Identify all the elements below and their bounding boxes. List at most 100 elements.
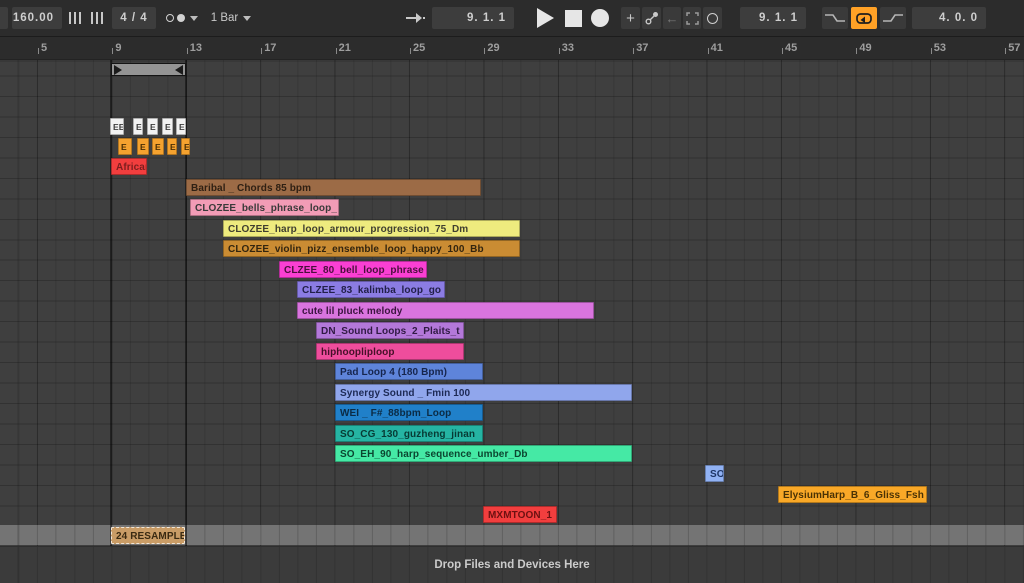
tap-tempo-button[interactable]: o [0, 7, 8, 29]
clip-label: DN_Sound Loops_2_Plaits_t [321, 326, 460, 337]
clip[interactable]: CLOZEE_harp_loop_armour_progression_75_D… [223, 220, 520, 237]
beat-time-ruler[interactable]: 5 9 13 17 21 25 29 33 37 41 45 49 53 57 [0, 37, 1024, 60]
ruler-tick [559, 48, 560, 54]
clip[interactable]: cute lil pluck melody [297, 302, 594, 319]
clip[interactable]: E [137, 138, 149, 155]
ruler-tick [856, 48, 857, 54]
corner-brackets-icon [686, 12, 699, 25]
clip-label: African [116, 162, 147, 173]
bar-number-label[interactable]: 25 [410, 42, 425, 54]
bar-number-label[interactable]: 33 [559, 42, 574, 54]
clip[interactable]: Synergy Sound _ Fmin 100 [335, 384, 632, 401]
add-locator-button[interactable]: + [621, 7, 640, 29]
automation-arm-button[interactable] [642, 7, 661, 29]
clip[interactable]: SO_CG_130_guzheng_jinan [335, 425, 483, 442]
play-button[interactable] [534, 7, 556, 29]
loop-brace[interactable] [111, 63, 185, 76]
quantize-menu[interactable]: 1 Bar [206, 7, 256, 29]
clip-label: E [184, 142, 190, 152]
ruler-tick [708, 48, 709, 54]
loop-length-field[interactable]: 4. 0. 0 [912, 7, 986, 29]
drop-hint-text: Drop Files and Devices Here [434, 559, 589, 571]
clip[interactable]: E [176, 118, 186, 135]
clip-label: SO_EH_90_harp_sequence_umber_Db [340, 449, 528, 460]
clip-label: E [150, 122, 156, 132]
clip[interactable]: CLOZEE_violin_pizz_ensemble_loop_happy_1… [223, 240, 520, 257]
bar-number-label[interactable]: 21 [336, 42, 351, 54]
bar-number-label[interactable]: 45 [782, 42, 797, 54]
clip-label: E [136, 122, 142, 132]
bar-number-label[interactable]: 41 [708, 42, 723, 54]
loop-start-handle-icon[interactable] [114, 65, 122, 75]
clip[interactable]: SO_EH_90_harp_sequence_umber_Db [335, 445, 632, 462]
clip[interactable]: E [167, 138, 177, 155]
clip[interactable]: MXMTOON_1 [483, 506, 557, 523]
clip[interactable]: E [162, 118, 173, 135]
bar-number-label[interactable]: 17 [261, 42, 276, 54]
clip[interactable]: CLZEE_80_bell_loop_phrase [279, 261, 427, 278]
arrangement-lanes[interactable]: EEEEEEEEEEEAfricanBaribal _ Chords 85 bp… [0, 60, 1024, 546]
time-signature-field[interactable]: 4 / 4 [112, 7, 156, 29]
chevron-down-icon[interactable] [190, 16, 198, 21]
clip[interactable]: E [181, 138, 190, 155]
bar-number-label[interactable]: 5 [38, 42, 47, 54]
ruler-tick [410, 48, 411, 54]
time-signature-value: 4 / 4 [120, 12, 147, 24]
clip[interactable]: hiphoopliploop [316, 343, 464, 360]
metronome-button[interactable] [160, 7, 204, 29]
clip[interactable]: African [111, 158, 147, 175]
punch-out-icon [882, 12, 904, 24]
circle-icon [707, 13, 718, 24]
clip[interactable]: ElysiumHarp_B_6_Gliss_Fsh [778, 486, 927, 503]
follow-button[interactable] [404, 7, 428, 29]
clip[interactable]: 24 RESAMPLE [111, 527, 185, 544]
clip[interactable]: Baribal _ Chords 85 bpm [186, 179, 481, 196]
bar-number-label[interactable]: 13 [187, 42, 202, 54]
clip-label: Baribal _ Chords 85 bpm [191, 183, 311, 194]
clip-label: CLOZEE_bells_phrase_loop_ [195, 203, 337, 214]
bar-number-label[interactable]: 9 [112, 42, 121, 54]
quantize-value: 1 Bar [211, 12, 239, 24]
clip-label: E [155, 142, 161, 152]
chevron-down-icon[interactable] [243, 16, 251, 21]
stop-button[interactable] [562, 7, 584, 29]
record-button[interactable] [589, 7, 611, 29]
loop-end-handle-icon[interactable] [175, 65, 183, 75]
nudge-down-icon [69, 12, 84, 24]
draw-mode-button[interactable] [683, 7, 701, 29]
session-record-button[interactable] [703, 7, 722, 29]
bar-number-label[interactable]: 29 [484, 42, 499, 54]
clip-label: ElysiumHarp_B_6_Gliss_Fsh [783, 490, 924, 501]
bar-number-label[interactable]: 37 [633, 42, 648, 54]
clip[interactable]: WEI _ F#_88bpm_Loop [335, 404, 483, 421]
clip-label: hiphoopliploop [321, 347, 395, 358]
clip[interactable]: E [147, 118, 158, 135]
clip[interactable]: CLOZEE_bells_phrase_loop_ [190, 199, 339, 216]
bar-number-label[interactable]: 53 [931, 42, 946, 54]
drop-files-area[interactable]: Drop Files and Devices Here [0, 546, 1024, 583]
plus-icon: + [626, 10, 635, 27]
punch-out-button[interactable] [880, 7, 906, 29]
arrangement-position-display[interactable]: 9. 1. 1 [432, 7, 514, 29]
clip-label: Pad Loop 4 (180 Bpm) [340, 367, 447, 378]
loop-button[interactable] [851, 7, 877, 29]
clip-label: EE [113, 122, 124, 132]
clip[interactable]: E [118, 138, 132, 155]
punch-in-button[interactable] [822, 7, 848, 29]
loop-start-field[interactable]: 9. 1. 1 [740, 7, 806, 29]
ruler-tick [112, 48, 113, 54]
transport-toolbar: o 160.00 4 / 4 1 Bar [0, 0, 1024, 37]
clip[interactable]: SO [705, 465, 724, 482]
re-enable-automation-button[interactable]: ← [663, 7, 681, 29]
bar-number-label[interactable]: 57 [1005, 42, 1020, 54]
nudge-up-button[interactable] [88, 7, 108, 29]
clip[interactable]: DN_Sound Loops_2_Plaits_t [316, 322, 464, 339]
clip[interactable]: E [133, 118, 143, 135]
clip[interactable]: Pad Loop 4 (180 Bpm) [335, 363, 483, 380]
nudge-down-button[interactable] [66, 7, 86, 29]
clip[interactable]: EE [110, 118, 124, 135]
bar-number-label[interactable]: 49 [856, 42, 871, 54]
clip[interactable]: E [152, 138, 164, 155]
tempo-field[interactable]: 160.00 [12, 7, 62, 29]
clip[interactable]: CLZEE_83_kalimba_loop_go [297, 281, 445, 298]
